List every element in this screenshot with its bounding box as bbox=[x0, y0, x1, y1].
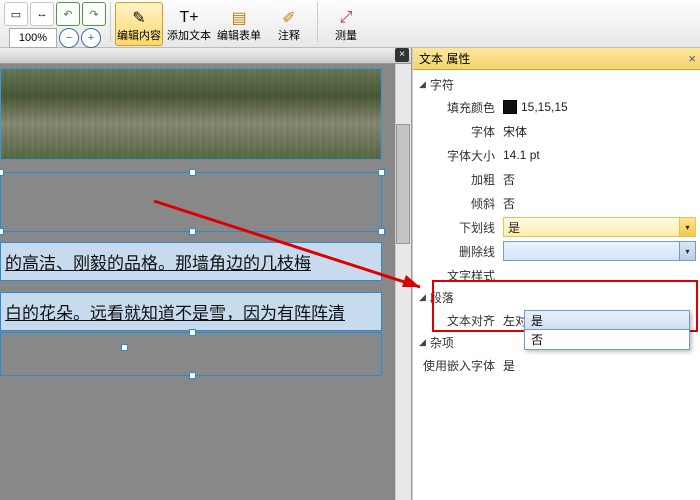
value[interactable]: 15,15,15 bbox=[503, 100, 696, 114]
edit-form-label: 编辑表单 bbox=[217, 31, 261, 42]
edit-form-icon: ▤ bbox=[228, 7, 250, 29]
section-label: 杂项 bbox=[430, 334, 454, 351]
document-area: × 的高洁、刚毅的品格。那墙角边的几枝梅 白的花朵。远看就知道不是雪，因为有阵阵… bbox=[0, 48, 412, 500]
dropdown-option-no[interactable]: 否 bbox=[525, 329, 689, 349]
main-area: × 的高洁、刚毅的品格。那墙角边的几枝梅 白的花朵。远看就知道不是雪，因为有阵阵… bbox=[0, 48, 700, 500]
edit-content-button[interactable]: ✎ 编辑内容 bbox=[115, 2, 163, 46]
fit-width-icon[interactable]: ↔ bbox=[30, 2, 54, 26]
resize-handle[interactable] bbox=[0, 169, 4, 176]
panel-body: ◢字符 填充颜色15,15,15 字体宋体 字体大小14.1 pt 加粗否 倾斜… bbox=[413, 70, 700, 500]
value: ▾ bbox=[503, 241, 696, 261]
resize-handle[interactable] bbox=[378, 169, 385, 176]
selection-box[interactable] bbox=[0, 332, 382, 376]
text-block[interactable]: 白的花朵。远看就知道不是雪，因为有阵阵清 bbox=[0, 292, 382, 331]
label: 字体 bbox=[417, 123, 503, 140]
section-para[interactable]: ◢ 段落 bbox=[413, 287, 700, 308]
add-text-button[interactable]: T+ 添加文本 bbox=[165, 2, 213, 46]
value[interactable]: 否 bbox=[503, 195, 696, 212]
panel-title: 文本 属性 bbox=[419, 50, 470, 67]
value[interactable]: 是 bbox=[503, 357, 696, 374]
add-text-icon: T+ bbox=[178, 7, 200, 29]
section-char[interactable]: ◢ 字符 bbox=[413, 74, 700, 95]
separator bbox=[110, 2, 111, 42]
row-fill-color: 填充颜色 15,15,15 bbox=[413, 95, 700, 119]
resize-handle[interactable] bbox=[121, 344, 128, 351]
view-group: ▭ ↔ ↶ ↷ − + bbox=[4, 2, 106, 48]
edit-form-button[interactable]: ▤ 编辑表单 bbox=[215, 2, 263, 46]
edit-content-label: 编辑内容 bbox=[117, 31, 161, 42]
label: 文字样式 bbox=[417, 267, 503, 284]
resize-handle[interactable] bbox=[189, 169, 196, 176]
fit-page-icon[interactable]: ▭ bbox=[4, 2, 28, 26]
row-underline: 下划线是▾ bbox=[413, 215, 700, 239]
row-strike: 删除线 ▾ bbox=[413, 239, 700, 263]
page-canvas[interactable]: 的高洁、刚毅的品格。那墙角边的几枝梅 白的花朵。远看就知道不是雪，因为有阵阵清 bbox=[0, 64, 395, 500]
label: 下划线 bbox=[417, 219, 503, 236]
underline-select[interactable]: 是▾ bbox=[503, 217, 696, 237]
annotate-icon: ✐ bbox=[278, 7, 300, 29]
label: 删除线 bbox=[417, 243, 503, 260]
zoom-control: − + bbox=[9, 28, 101, 48]
row-italic: 倾斜否 bbox=[413, 191, 700, 215]
selection-box[interactable] bbox=[0, 172, 382, 232]
vertical-scrollbar[interactable] bbox=[395, 64, 411, 500]
label: 使用嵌入字体 bbox=[417, 357, 503, 374]
annotate-button[interactable]: ✐ 注释 bbox=[265, 2, 313, 46]
close-tab-icon[interactable]: × bbox=[395, 48, 409, 62]
value[interactable]: 14.1 pt bbox=[503, 148, 696, 162]
resize-handle[interactable] bbox=[189, 329, 196, 336]
panel-header: 文本 属性 × bbox=[413, 48, 700, 70]
chevron-down-icon[interactable]: ▾ bbox=[679, 242, 695, 260]
resize-handle[interactable] bbox=[0, 228, 4, 235]
resize-handle[interactable] bbox=[378, 228, 385, 235]
label: 加粗 bbox=[417, 171, 503, 188]
resize-handle[interactable] bbox=[189, 372, 196, 379]
text-block[interactable]: 的高洁、刚毅的品格。那墙角边的几枝梅 bbox=[0, 242, 382, 281]
row-font-size: 字体大小14.1 pt bbox=[413, 143, 700, 167]
color-swatch[interactable] bbox=[503, 100, 517, 114]
rotate-left-icon[interactable]: ↶ bbox=[56, 2, 80, 26]
measure-button[interactable]: ⤢ 测量 bbox=[322, 2, 370, 46]
value[interactable]: 否 bbox=[503, 171, 696, 188]
zoom-in-icon[interactable]: + bbox=[81, 28, 101, 48]
rotate-right-icon[interactable]: ↷ bbox=[82, 2, 106, 26]
label: 填充颜色 bbox=[417, 99, 503, 116]
value: 是▾ bbox=[503, 217, 696, 237]
resize-handle[interactable] bbox=[189, 228, 196, 235]
document-tab-bar: × bbox=[0, 48, 411, 64]
row-textstyle: 文字样式 bbox=[413, 263, 700, 287]
collapse-icon: ◢ bbox=[419, 337, 426, 348]
close-panel-icon[interactable]: × bbox=[688, 51, 696, 66]
row-embed: 使用嵌入字体是 bbox=[413, 353, 700, 377]
strike-select[interactable]: ▾ bbox=[503, 241, 696, 261]
zoom-out-icon[interactable]: − bbox=[59, 28, 79, 48]
select-value: 是 bbox=[508, 219, 520, 236]
annotate-label: 注释 bbox=[278, 31, 300, 42]
row-bold: 加粗否 bbox=[413, 167, 700, 191]
edit-content-icon: ✎ bbox=[128, 7, 150, 29]
dropdown-option-yes[interactable]: 是 bbox=[524, 310, 690, 330]
zoom-input[interactable] bbox=[9, 28, 57, 48]
label: 文本对齐 bbox=[417, 312, 503, 329]
add-text-label: 添加文本 bbox=[167, 31, 211, 42]
section-label: 段落 bbox=[430, 289, 454, 306]
color-text: 15,15,15 bbox=[521, 100, 568, 114]
measure-label: 测量 bbox=[335, 31, 357, 42]
label: 倾斜 bbox=[417, 195, 503, 212]
collapse-icon: ◢ bbox=[419, 292, 426, 303]
properties-panel: 文本 属性 × ◢ 字符 填充颜色 15,15,15 字体宋体 字体大小14.1 p… bbox=[412, 48, 700, 500]
image-object[interactable] bbox=[0, 68, 382, 160]
value[interactable]: 宋体 bbox=[503, 123, 696, 140]
strike-dropdown: 是 否 bbox=[524, 310, 690, 350]
ribbon-toolbar: ▭ ↔ ↶ ↷ − + ✎ 编辑内容 T+ 添加文本 ▤ 编辑表单 ✐ 注释 ⤢… bbox=[0, 0, 700, 48]
separator bbox=[317, 2, 318, 42]
collapse-icon: ◢ bbox=[419, 79, 426, 90]
label: 字体大小 bbox=[417, 147, 503, 164]
row-font: 字体宋体 bbox=[413, 119, 700, 143]
section-label: 字符 bbox=[430, 76, 454, 93]
measure-icon: ⤢ bbox=[335, 7, 357, 29]
scrollbar-thumb[interactable] bbox=[396, 124, 410, 244]
chevron-down-icon[interactable]: ▾ bbox=[679, 218, 695, 236]
